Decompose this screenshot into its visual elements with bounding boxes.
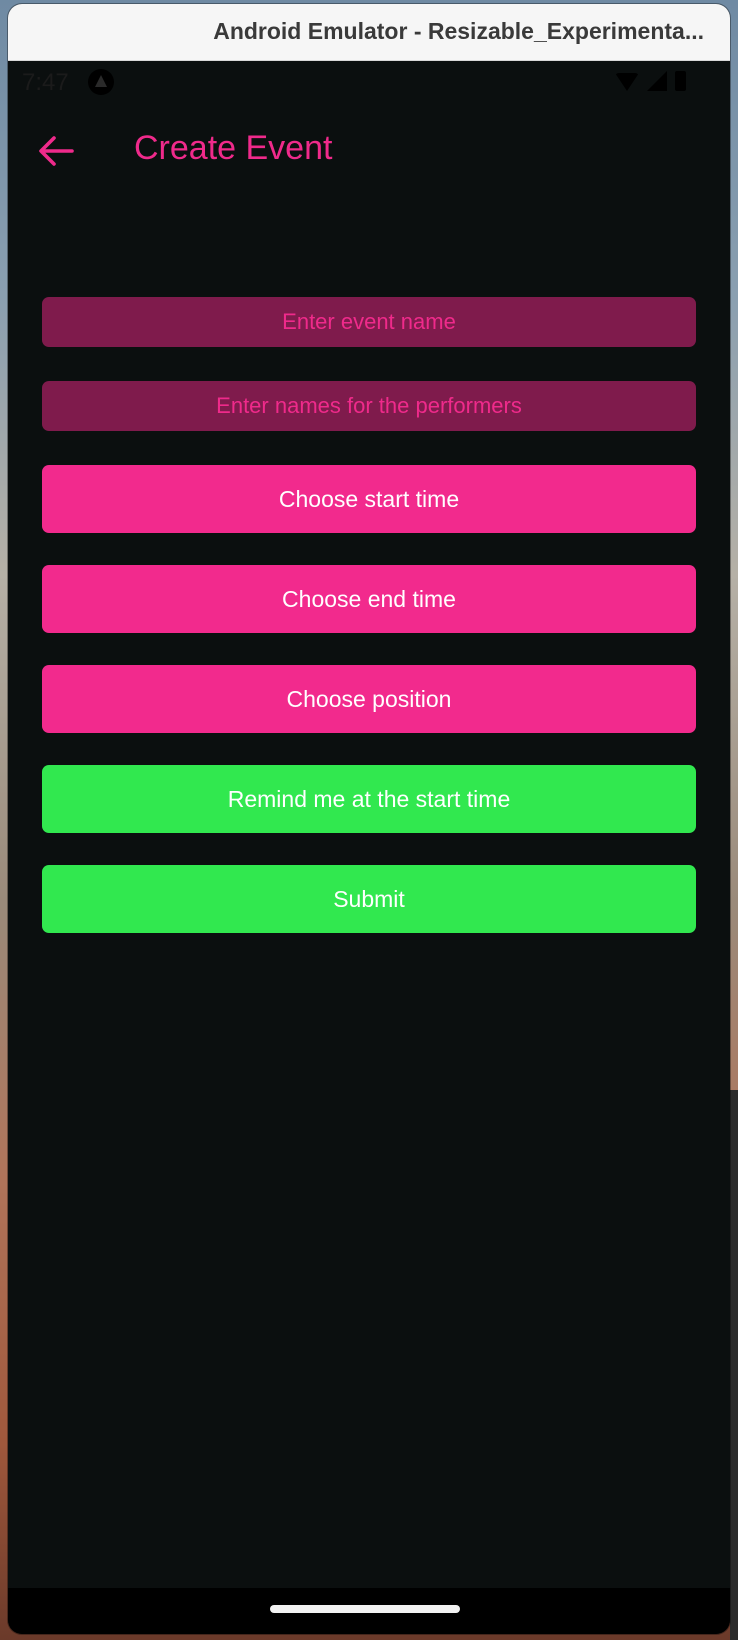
submit-button[interactable]: Submit: [42, 865, 696, 933]
status-bar: 7:47: [8, 61, 730, 101]
wifi-icon: [615, 73, 639, 91]
emulator-window: Android Emulator - Resizable_Experimenta…: [8, 4, 730, 1634]
choose-end-time-button[interactable]: Choose end time: [42, 565, 696, 633]
desktop-background-edge: [730, 1090, 738, 1640]
status-icons: [615, 71, 686, 91]
window-title: Android Emulator - Resizable_Experimenta…: [213, 18, 704, 44]
status-time: 7:47: [22, 69, 69, 96]
device-screen: 7:47 Create Event Choose start time Choo…: [8, 61, 730, 1588]
notification-icon: [88, 69, 114, 95]
back-button[interactable]: [32, 127, 80, 175]
signal-icon: [647, 71, 667, 91]
event-name-input[interactable]: [42, 297, 696, 347]
app-bar: Create Event: [8, 111, 730, 191]
performers-input[interactable]: [42, 381, 696, 431]
battery-icon: [675, 71, 686, 91]
choose-start-time-button[interactable]: Choose start time: [42, 465, 696, 533]
remind-me-button[interactable]: Remind me at the start time: [42, 765, 696, 833]
home-gesture-handle[interactable]: [270, 1605, 460, 1613]
window-titlebar[interactable]: Android Emulator - Resizable_Experimenta…: [8, 4, 730, 61]
page-title: Create Event: [134, 129, 333, 167]
choose-position-button[interactable]: Choose position: [42, 665, 696, 733]
arrow-back-icon: [39, 136, 74, 166]
